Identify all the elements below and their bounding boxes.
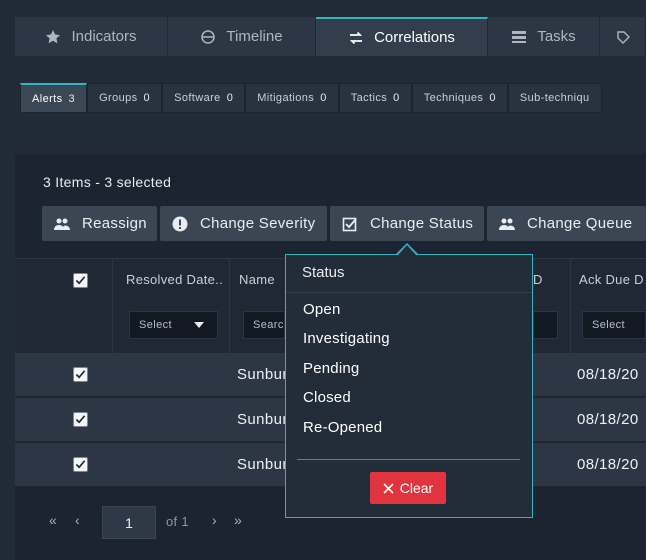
top-tab-bar: Indicators Timeline Correlations Tasks <box>15 17 646 56</box>
exclamation-circle-icon <box>172 216 188 231</box>
button-label: Reassign <box>82 215 147 232</box>
caret-down-icon <box>194 322 204 328</box>
button-label: Change Severity <box>200 215 316 232</box>
exchange-icon <box>349 31 363 44</box>
dropdown-divider <box>286 292 532 293</box>
subtab-count: 3 <box>68 92 76 105</box>
resolved-date-filter-select[interactable]: Select <box>129 311 218 339</box>
change-status-button[interactable]: Change Status <box>330 206 484 241</box>
subtab-techniques[interactable]: Techniques 0 <box>411 83 508 113</box>
change-severity-button[interactable]: Change Severity <box>160 206 327 241</box>
status-option-closed[interactable]: Closed <box>303 389 351 406</box>
clear-button[interactable]: Clear <box>370 472 446 504</box>
timeline-icon <box>201 29 216 44</box>
tab-tasks[interactable]: Tasks <box>488 17 600 56</box>
tab-indicators[interactable]: Indicators <box>15 17 168 56</box>
column-header-ack-due-date[interactable]: Ack Due D <box>579 272 644 287</box>
subtab-label: Alerts <box>32 92 63 105</box>
tab-label: Timeline <box>226 28 283 45</box>
page-number-input[interactable]: 1 <box>102 506 156 539</box>
tab-timeline[interactable]: Timeline <box>168 17 316 56</box>
subtab-label: Mitigations <box>257 92 315 104</box>
cell-ack-due-date: 08/18/20 <box>577 366 639 383</box>
check-square-icon <box>342 217 357 231</box>
tab-more[interactable] <box>600 17 646 56</box>
subtab-label: Tactics <box>350 92 388 104</box>
tab-correlations[interactable]: Correlations <box>316 17 488 56</box>
subtab-software[interactable]: Software 0 <box>162 83 246 113</box>
status-option-pending[interactable]: Pending <box>303 360 359 377</box>
cell-name[interactable]: Sunbur <box>237 366 288 383</box>
selection-summary: 3 Items - 3 selected <box>43 174 172 190</box>
users-icon <box>499 218 515 230</box>
reassign-button[interactable]: Reassign <box>42 206 157 241</box>
tag-icon <box>616 30 630 44</box>
subtab-label: Groups <box>99 92 138 104</box>
button-label: Clear <box>399 480 434 496</box>
next-page-icon[interactable]: › <box>212 512 217 528</box>
subtab-label: Techniques <box>423 92 484 104</box>
cell-name[interactable]: Sunbur <box>237 411 288 428</box>
check-icon <box>75 370 86 379</box>
column-divider <box>229 258 230 353</box>
subtab-label: Software <box>174 92 221 104</box>
subtab-count: 0 <box>393 92 400 104</box>
ack-due-filter-select[interactable]: Select <box>582 311 646 339</box>
subtab-sub-techniques[interactable]: Sub-techniqu <box>507 83 602 113</box>
column-filter-input[interactable] <box>533 311 558 339</box>
dropdown-title: Status <box>302 264 345 281</box>
button-label: Change Queue <box>527 215 633 232</box>
subtab-tactics[interactable]: Tactics 0 <box>338 83 412 113</box>
sub-tab-bar: Alerts 3 Groups 0 Software 0 Mitigations 0 T… <box>20 83 646 113</box>
check-icon <box>75 415 86 424</box>
change-queue-button[interactable]: Change Queue <box>487 206 646 241</box>
column-header-resolved-date[interactable]: Resolved Date.. <box>126 272 223 287</box>
subtab-mitigations[interactable]: Mitigations 0 <box>245 83 339 113</box>
status-option-investigating[interactable]: Investigating <box>303 330 390 347</box>
check-icon <box>75 276 86 285</box>
cell-name[interactable]: Sunbur <box>237 456 288 473</box>
column-divider <box>112 258 113 353</box>
column-header-name[interactable]: Name <box>239 272 275 287</box>
check-icon <box>75 460 86 469</box>
users-icon <box>54 218 70 230</box>
column-divider <box>570 258 571 353</box>
subtab-count: 0 <box>143 92 151 104</box>
subtab-alerts[interactable]: Alerts 3 <box>20 83 88 113</box>
button-label: Change Status <box>370 215 474 232</box>
dropdown-divider <box>297 459 520 460</box>
select-all-checkbox[interactable] <box>73 273 88 288</box>
status-option-open[interactable]: Open <box>303 301 341 318</box>
prev-page-icon[interactable]: ‹ <box>75 512 80 528</box>
row-checkbox[interactable] <box>73 412 88 427</box>
cell-ack-due-date: 08/18/20 <box>577 456 639 473</box>
close-icon <box>383 482 394 494</box>
tab-label: Indicators <box>71 28 137 45</box>
search-placeholder: Searc <box>253 319 284 331</box>
tasks-icon <box>512 30 527 43</box>
tab-label: Correlations <box>374 29 455 46</box>
status-option-re-opened[interactable]: Re-Opened <box>303 419 382 436</box>
name-search-input[interactable]: Searc <box>243 311 285 339</box>
column-header-partial[interactable]: D <box>533 272 543 287</box>
subtab-count: 0 <box>226 92 234 104</box>
star-icon <box>46 29 61 43</box>
page-total-text: of 1 <box>166 514 189 529</box>
first-page-icon[interactable]: « <box>49 512 57 528</box>
dropdown-pointer-inner <box>398 245 416 255</box>
select-value: Select <box>139 319 172 331</box>
cell-ack-due-date: 08/18/20 <box>577 411 639 428</box>
row-checkbox[interactable] <box>73 457 88 472</box>
tab-label: Tasks <box>537 28 576 45</box>
last-page-icon[interactable]: » <box>234 512 242 528</box>
subtab-count: 0 <box>320 92 327 104</box>
select-value: Select <box>592 319 625 331</box>
subtab-groups[interactable]: Groups 0 <box>87 83 163 113</box>
subtab-count: 0 <box>489 92 496 104</box>
row-checkbox[interactable] <box>73 367 88 382</box>
subtab-label: Sub-techniqu <box>519 92 590 104</box>
